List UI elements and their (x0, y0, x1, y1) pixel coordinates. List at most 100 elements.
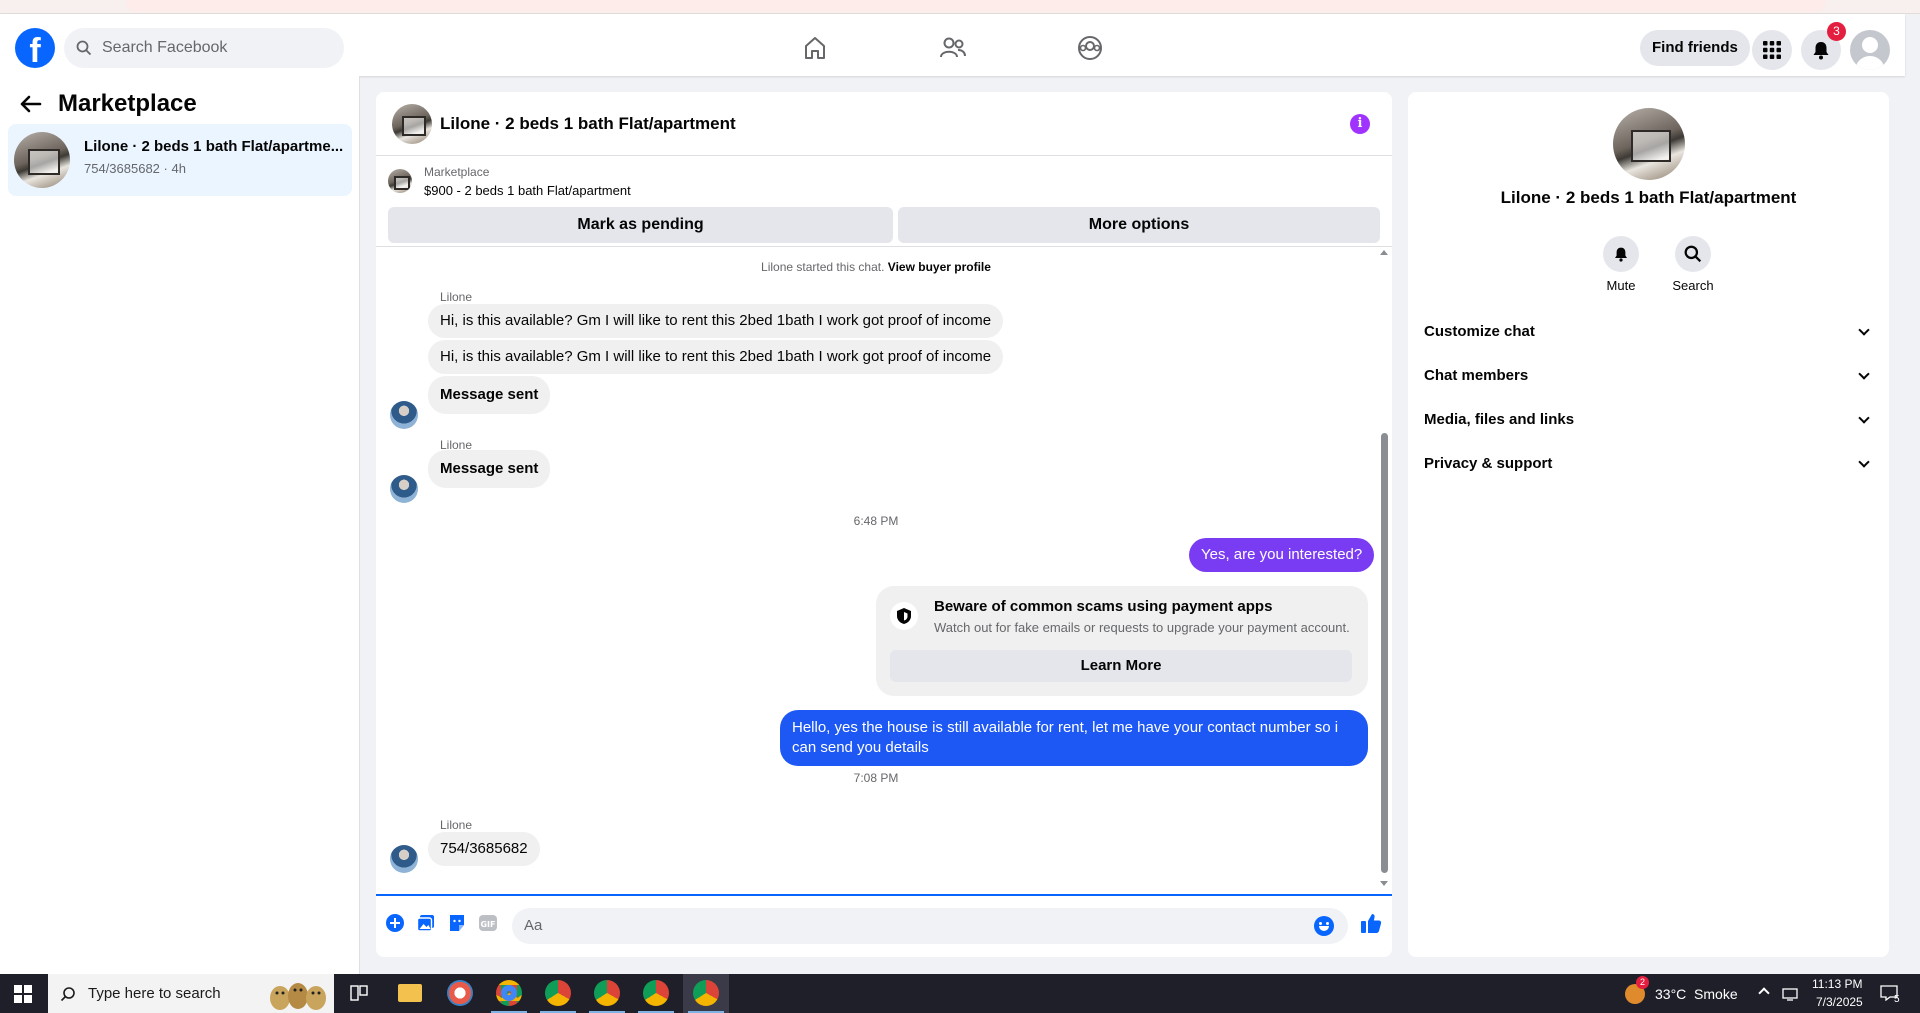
chevron-down-icon (1858, 412, 1870, 424)
weather-text[interactable]: 33°C Smoke (1655, 986, 1738, 1002)
incoming-message[interactable]: 754/3685682 (428, 832, 540, 866)
home-icon[interactable] (795, 28, 835, 68)
svg-text:GIF: GIF (480, 920, 495, 929)
chat-header: Lilone · 2 beds 1 bath Flat/apartment i (376, 92, 1392, 156)
sticker-icon[interactable] (446, 912, 468, 934)
thumbs-up-icon[interactable] (1358, 910, 1384, 936)
groups-icon[interactable] (1070, 28, 1110, 68)
sender-avatar[interactable] (390, 475, 418, 503)
section-label: Media, files and links (1424, 411, 1575, 428)
scroll-up-arrow-icon[interactable] (1380, 250, 1388, 255)
details-title: Lilone · 2 beds 1 bath Flat/apartment (1500, 188, 1797, 207)
chevron-down-icon (1858, 324, 1870, 336)
find-friends-button[interactable]: Find friends (1640, 30, 1750, 66)
chevron-down-icon (1858, 456, 1870, 468)
timestamp: 7:08 PM (853, 771, 899, 785)
active-taskbar-app[interactable] (683, 974, 729, 1013)
clock-date[interactable]: 7/3/2025 (1816, 995, 1863, 1009)
emoji-icon[interactable] (1314, 916, 1334, 936)
menu-grid-icon[interactable] (1752, 30, 1792, 70)
chrome-icon (693, 980, 719, 1006)
listing-price-title[interactable]: $900 - 2 beds 1 bath Flat/apartment (424, 183, 631, 198)
timestamp: 6:48 PM (853, 514, 899, 528)
listing-thumbnail (14, 132, 70, 188)
incoming-message[interactable]: Hi, is this available? Gm I will like to… (428, 340, 1004, 374)
windows-start-icon[interactable] (14, 985, 32, 1003)
info-icon[interactable]: i (1350, 114, 1370, 134)
media-files-links-section[interactable]: Media, files and links (1424, 402, 1876, 438)
chat-details-panel: Lilone · 2 beds 1 bath Flat/apartment Mu… (1408, 92, 1889, 957)
address-bar[interactable] (126, 0, 1826, 12)
friends-icon[interactable] (933, 28, 973, 68)
details-thumbnail[interactable] (1613, 108, 1685, 180)
chat-title[interactable]: Lilone · 2 beds 1 bath Flat/apartment (440, 114, 736, 134)
windows-taskbar: Type here to search 2 33°C Smoke 11:13 P… (0, 974, 1920, 1013)
sender-avatar[interactable] (390, 845, 418, 873)
message-input[interactable]: Aa (512, 908, 1348, 944)
marketplace-label: Marketplace (424, 165, 490, 179)
clock-time[interactable]: 11:13 PM (1812, 977, 1862, 991)
browser-address-strip (0, 0, 1920, 14)
message-list[interactable]: Lilone started this chat. View buyer pro… (376, 248, 1376, 890)
photo-attach-icon[interactable] (415, 912, 437, 934)
sender-avatar[interactable] (390, 401, 418, 429)
notification-count-badge: 3 (1827, 22, 1846, 41)
search-input[interactable]: Search Facebook (64, 28, 344, 68)
file-explorer-icon[interactable] (398, 984, 422, 1002)
listing-small-thumbnail (388, 169, 412, 193)
section-label: Privacy & support (1424, 455, 1553, 472)
top-navigation: f Search Facebook Find friends 3 (0, 14, 1905, 76)
search-icon (60, 986, 75, 1001)
sidebar-header: Marketplace (20, 90, 197, 118)
plus-circle-icon[interactable] (384, 912, 406, 934)
facebook-logo-icon[interactable]: f (15, 28, 55, 68)
chat-members-section[interactable]: Chat members (1424, 358, 1876, 394)
message-composer: GIF Aa (376, 894, 1392, 957)
scam-warning-title: Beware of common scams using payment app… (934, 598, 1273, 615)
chrome-icon[interactable] (594, 980, 620, 1006)
conversation-sidebar: Marketplace Lilone · 2 beds 1 bath Flat/… (0, 76, 360, 974)
mute-button[interactable]: Mute (1591, 236, 1651, 293)
section-label: Chat members (1424, 367, 1529, 384)
shield-icon (890, 602, 918, 630)
network-icon[interactable] (1782, 986, 1800, 1007)
chrome-icon[interactable] (496, 980, 522, 1006)
search-highlight-illustration (262, 980, 332, 1010)
chrome-icon[interactable] (643, 980, 669, 1006)
back-arrow-icon[interactable] (20, 95, 42, 113)
gif-icon[interactable]: GIF (477, 912, 499, 934)
learn-more-button[interactable]: Learn More (890, 650, 1352, 682)
bell-icon (1603, 236, 1639, 272)
taskbar-search-placeholder: Type here to search (88, 985, 221, 1002)
search-in-chat-button[interactable]: Search (1663, 236, 1723, 293)
chat-thumbnail[interactable] (392, 104, 432, 144)
mark-as-pending-button[interactable]: Mark as pending (388, 207, 893, 243)
view-buyer-profile-link[interactable]: View buyer profile (888, 260, 991, 274)
privacy-support-section[interactable]: Privacy & support (1424, 446, 1876, 482)
chrome-icon[interactable] (545, 980, 571, 1006)
conversation-subtitle: 754/3685682 · 4h (84, 161, 186, 176)
more-options-button[interactable]: More options (898, 207, 1380, 243)
sender-name: Lilone (440, 290, 473, 304)
scroll-thumb[interactable] (1381, 433, 1388, 873)
search-icon (1675, 236, 1711, 272)
incoming-message[interactable]: Message sent (428, 376, 551, 414)
conversation-item[interactable]: Lilone · 2 beds 1 bath Flat/apartme... 7… (8, 124, 352, 196)
task-view-icon[interactable] (350, 985, 368, 1006)
section-label: Customize chat (1424, 323, 1535, 340)
search-placeholder: Search Facebook (102, 39, 228, 56)
chevron-up-icon[interactable] (1758, 987, 1770, 999)
incoming-message[interactable]: Message sent (428, 450, 551, 488)
incoming-message[interactable]: Hi, is this available? Gm I will like to… (428, 304, 1004, 338)
message-scrollbar[interactable] (1376, 248, 1392, 890)
customize-chat-section[interactable]: Customize chat (1424, 314, 1876, 350)
marketplace-listing-bar: Marketplace $900 - 2 beds 1 bath Flat/ap… (376, 157, 1392, 247)
chat-panel: Lilone · 2 beds 1 bath Flat/apartment i … (376, 92, 1392, 957)
conversation-title: Lilone · 2 beds 1 bath Flat/apartme... (84, 138, 344, 155)
scroll-down-arrow-icon[interactable] (1380, 881, 1388, 886)
outgoing-message[interactable]: Hello, yes the house is still available … (780, 710, 1368, 766)
outgoing-message[interactable]: Yes, are you interested? (1189, 538, 1375, 572)
scam-warning-body: Watch out for fake emails or requests to… (934, 620, 1350, 635)
taskbar-app-icon[interactable] (447, 980, 473, 1006)
account-avatar[interactable] (1850, 30, 1890, 70)
